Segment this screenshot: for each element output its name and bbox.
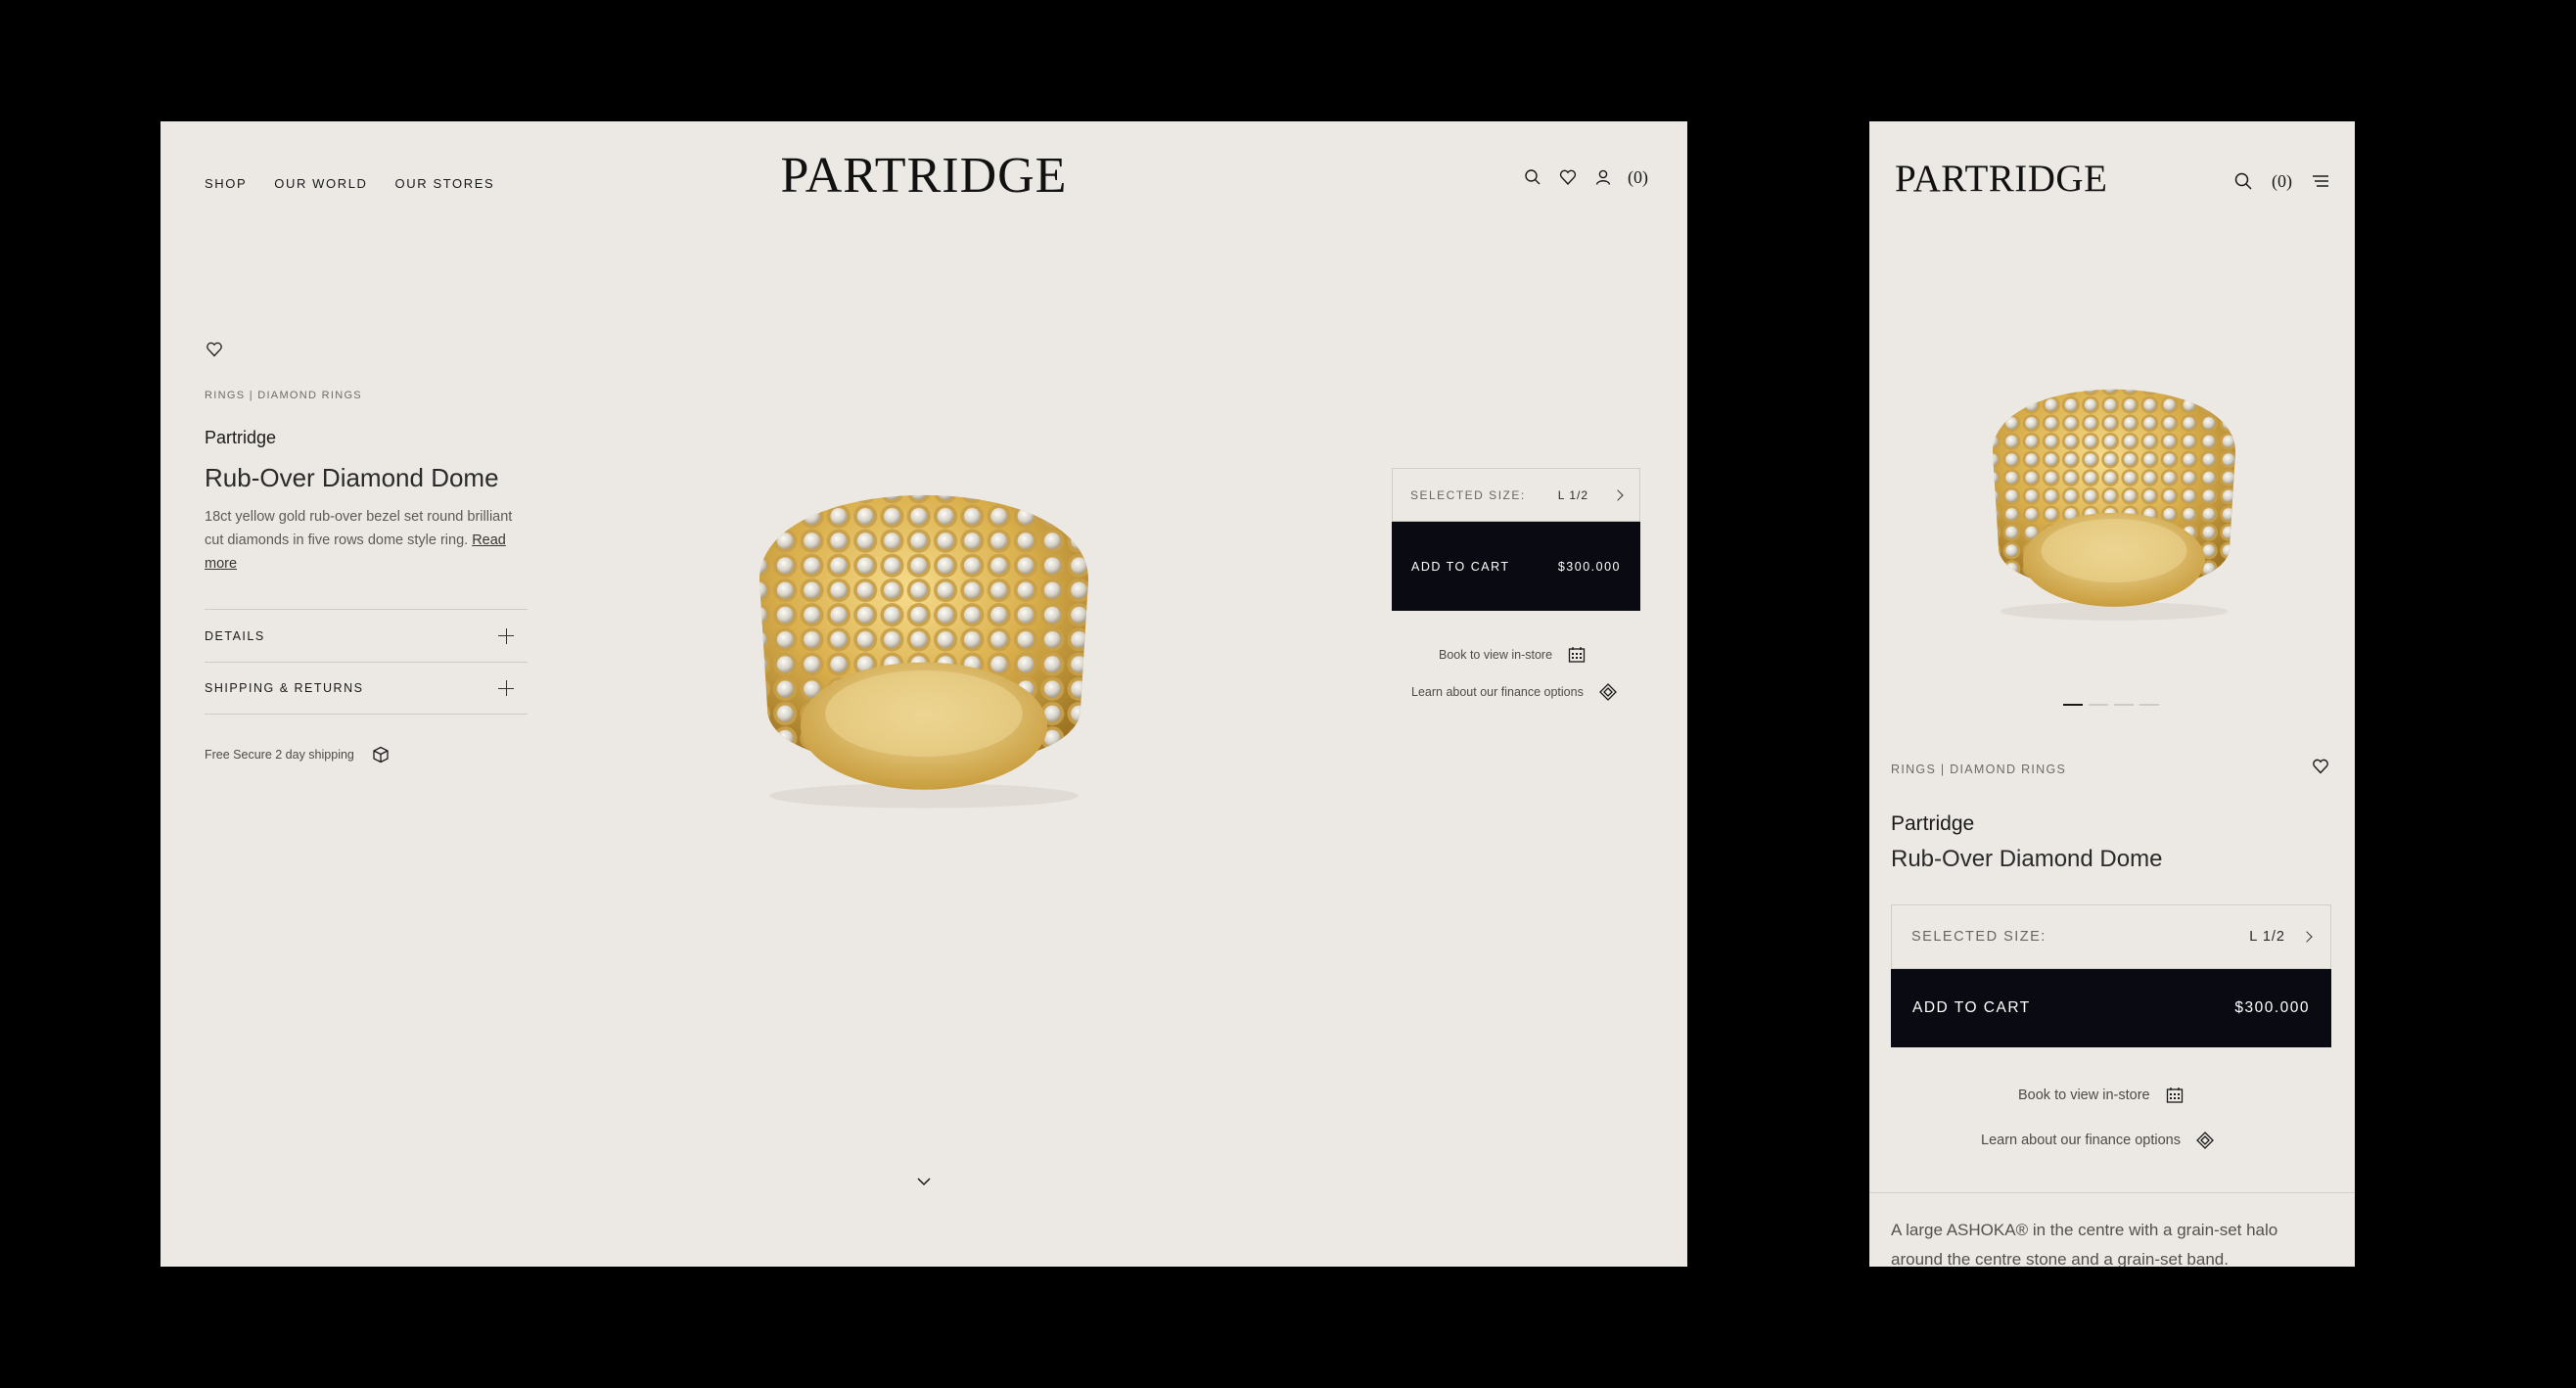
- wishlist-heart-icon[interactable]: [204, 339, 225, 360]
- size-value: L 1/2: [2249, 929, 2285, 945]
- shipping-note-text: Free Secure 2 day shipping: [205, 748, 354, 762]
- finance-text: Learn about our finance options: [1411, 685, 1584, 699]
- breadcrumb[interactable]: RINGS | DIAMOND RINGS: [205, 390, 362, 401]
- divider: [1869, 1192, 2355, 1193]
- accordion-details-label: DETAILS: [205, 628, 265, 643]
- mobile-header-icons: (0): [2232, 170, 2331, 192]
- plus-icon: [498, 680, 514, 696]
- size-label: SELECTED SIZE:: [1911, 929, 2047, 945]
- price: $300.000: [1557, 559, 1621, 574]
- finance-link-mobile[interactable]: Learn about our finance options: [1981, 1130, 2216, 1151]
- calendar-icon: [2164, 1085, 2185, 1106]
- brand-logo-mobile[interactable]: PARTRIDGE: [1895, 157, 2107, 201]
- heart-icon[interactable]: [1557, 166, 1579, 188]
- diamond-icon: [1597, 681, 1619, 703]
- finance-link[interactable]: Learn about our finance options: [1411, 681, 1619, 703]
- product-description-text: 18ct yellow gold rub-over bezel set roun…: [205, 509, 513, 548]
- product-long-description: A large ASHOKA® in the centre with a gra…: [1891, 1221, 2278, 1267]
- book-in-store-text: Book to view in-store: [1439, 648, 1553, 662]
- breadcrumb-mobile[interactable]: RINGS | DIAMOND RINGS: [1891, 763, 2066, 776]
- gallery-dot[interactable]: [2139, 704, 2159, 706]
- cart-count-mobile[interactable]: (0): [2272, 171, 2292, 192]
- product-brand-mobile: Partridge: [1891, 812, 1975, 835]
- header-icons: (0): [1522, 166, 1648, 188]
- gallery-dot[interactable]: [2063, 704, 2083, 706]
- product-title: Rub-Over Diamond Dome: [205, 463, 499, 492]
- add-to-cart-button[interactable]: ADD TO CART $300.000: [1392, 522, 1640, 611]
- wishlist-heart-icon[interactable]: [2310, 756, 2331, 777]
- search-icon[interactable]: [2232, 170, 2254, 192]
- product-brand: Partridge: [205, 428, 277, 447]
- size-value: L 1/2: [1557, 487, 1588, 502]
- add-to-cart-label: ADD TO CART: [1411, 559, 1510, 574]
- accordion-shipping[interactable]: SHIPPING & RETURNS: [205, 662, 528, 715]
- gallery-dot[interactable]: [2114, 704, 2134, 706]
- user-icon[interactable]: [1592, 166, 1614, 188]
- product-title-mobile: Rub-Over Diamond Dome: [1891, 846, 2163, 872]
- chevron-right-icon: [2301, 931, 2313, 943]
- chevron-right-icon: [1612, 488, 1624, 501]
- desktop-view: SHOP OUR WORLD OUR STORES PARTRIDGE (0) …: [161, 121, 1687, 1267]
- product-description: 18ct yellow gold rub-over bezel set roun…: [205, 505, 518, 576]
- price: $300.000: [2234, 999, 2310, 1016]
- accordion-details[interactable]: DETAILS: [205, 609, 528, 662]
- add-to-cart-button-mobile[interactable]: ADD TO CART $300.000: [1891, 969, 2331, 1047]
- product-image-mobile[interactable]: [1962, 323, 2266, 626]
- size-selector[interactable]: SELECTED SIZE: L 1/2: [1392, 468, 1640, 522]
- plus-icon: [498, 627, 514, 644]
- book-in-store-link-mobile[interactable]: Book to view in-store: [2018, 1085, 2185, 1106]
- diamond-icon: [2194, 1130, 2216, 1151]
- finance-text: Learn about our finance options: [1981, 1133, 2181, 1148]
- search-icon[interactable]: [1522, 166, 1543, 188]
- book-in-store-link[interactable]: Book to view in-store: [1439, 644, 1587, 666]
- box-icon: [370, 744, 391, 765]
- brand-logo[interactable]: PARTRIDGE: [161, 147, 1687, 205]
- add-to-cart-label: ADD TO CART: [1912, 999, 2031, 1016]
- size-label: SELECTED SIZE:: [1410, 487, 1526, 502]
- product-image[interactable]: [718, 405, 1129, 816]
- mobile-view: PARTRIDGE (0) RINGS | DIAMOND RINGS Part…: [1869, 121, 2355, 1267]
- book-in-store-text: Book to view in-store: [2018, 1087, 2150, 1103]
- cart-count[interactable]: (0): [1628, 167, 1648, 188]
- accordion-shipping-label: SHIPPING & RETURNS: [205, 681, 364, 695]
- shipping-note: Free Secure 2 day shipping: [205, 744, 391, 765]
- gallery-pagination: [2063, 704, 2159, 706]
- gallery-dot[interactable]: [2089, 704, 2108, 706]
- size-selector-mobile[interactable]: SELECTED SIZE: L 1/2: [1891, 904, 2331, 969]
- chevron-down-icon[interactable]: [915, 1173, 933, 1190]
- calendar-icon: [1566, 644, 1587, 666]
- hamburger-icon[interactable]: [2310, 170, 2331, 192]
